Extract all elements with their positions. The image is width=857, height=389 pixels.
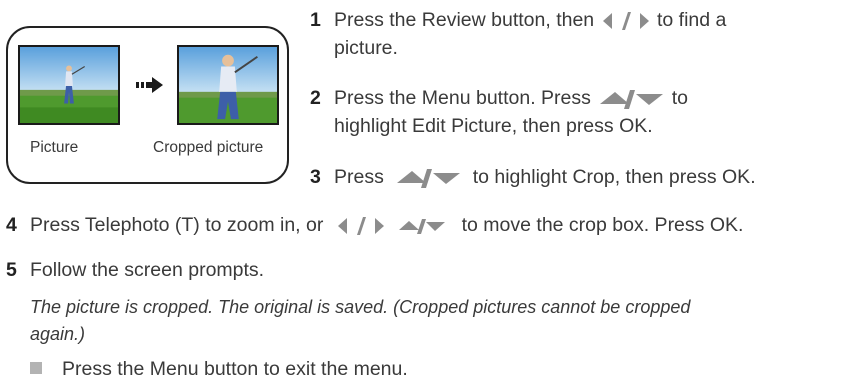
result-note-line2: again.): [30, 324, 86, 344]
arrow-right-icon: [136, 76, 164, 94]
caption-cropped: Cropped picture: [153, 139, 264, 156]
up-down-arrows-icon: [395, 167, 461, 189]
caption-original: Picture: [30, 139, 79, 156]
step-text: Follow the screen prompts.: [30, 259, 265, 281]
left-right-arrows-icon: [602, 11, 650, 31]
left-right-arrows-icon: [337, 216, 385, 236]
up-down-arrows-icon: [598, 88, 664, 110]
step-text: Press the Review button, then: [334, 9, 595, 31]
step-number: 5: [6, 259, 17, 281]
step-text: Press the Menu button. Press: [334, 87, 591, 109]
step-text: Press Telephoto (T) to zoom in, or: [30, 214, 324, 236]
step-text: to find a: [657, 9, 727, 31]
step-number: 1: [310, 9, 321, 31]
step-number: 4: [6, 214, 17, 236]
up-down-arrows-icon: [398, 217, 446, 235]
bullet-text: Press the Menu button to exit the menu.: [62, 358, 408, 380]
step-text: to highlight Crop, then press OK.: [472, 166, 756, 188]
step-text: to: [671, 87, 688, 109]
exit-instruction: Press the Menu button to exit the menu.: [30, 355, 408, 383]
step-number: 2: [310, 87, 321, 109]
result-note-line1: The picture is cropped. The original is …: [30, 297, 691, 317]
step-text: Press: [334, 166, 384, 188]
square-bullet-icon: [30, 362, 42, 374]
original-picture-thumbnail: [18, 45, 120, 125]
cropped-picture-thumbnail: [177, 45, 279, 125]
step-text-line2: highlight Edit Picture, then press OK.: [334, 115, 653, 137]
step-number: 3: [310, 166, 321, 188]
step-text: to move the crop box. Press OK.: [461, 214, 744, 236]
step-text-line2: picture.: [334, 37, 398, 59]
crop-illustration: Picture Cropped picture: [6, 26, 289, 184]
